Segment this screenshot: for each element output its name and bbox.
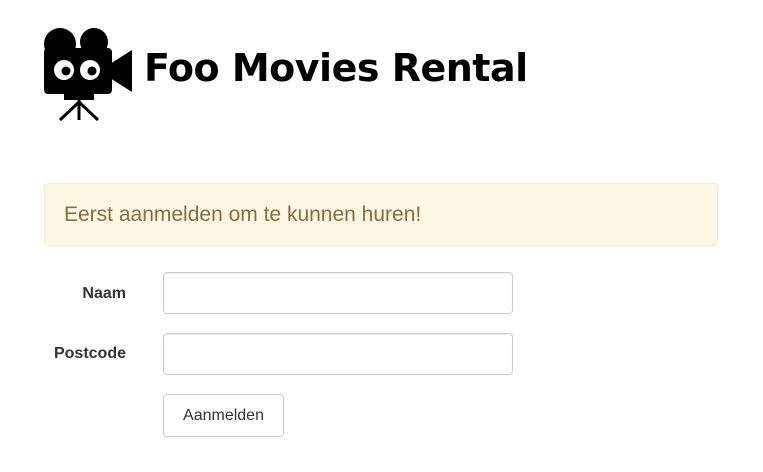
site-title: Foo Movies Rental — [144, 46, 528, 90]
postcode-input[interactable] — [163, 333, 513, 375]
naam-input[interactable] — [163, 272, 513, 314]
movie-camera-icon — [44, 28, 132, 122]
site-header: Foo Movies Rental — [40, 26, 528, 122]
postcode-label: Postcode — [53, 345, 126, 362]
naam-label: Naam — [82, 285, 126, 302]
aanmelden-button[interactable]: Aanmelden — [163, 394, 284, 437]
warning-alert: Eerst aanmelden om te kunnen huren! — [44, 183, 718, 246]
